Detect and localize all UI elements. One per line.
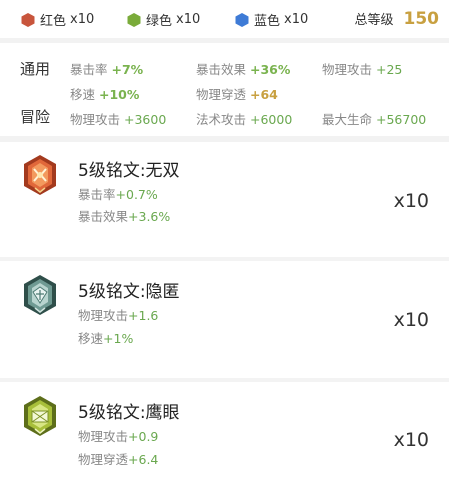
stat-name: 移速 (70, 87, 96, 102)
blue-gem-label: 蓝色 (254, 14, 281, 29)
green-gem-count: 绿色 x10 (126, 10, 200, 29)
blue-gem-count: 蓝色 x10 (234, 10, 308, 29)
blue-inscription-icon (24, 275, 56, 315)
total-grade-label: 总等级 (354, 13, 394, 28)
red-gem-label: 红色 (40, 14, 67, 29)
summary-stat: 物理穿透 +64 (196, 84, 278, 103)
inscription-title: 5级铭文:隐匿 (78, 282, 180, 302)
inscription-stat: 暴击率+0.7% (78, 184, 158, 203)
summary-stat: 物理攻击 +25 (322, 59, 402, 78)
summary-stat: 最大生命 +56700 (322, 109, 426, 128)
summary-stat: 暴击率 +7% (70, 59, 143, 78)
red-inscription-icon (24, 155, 56, 195)
green-gem-quantity: x10 (176, 12, 201, 27)
green-gem-icon (127, 12, 141, 27)
stat-value: +0.9 (128, 429, 159, 444)
stat-value: +3600 (124, 112, 167, 127)
stat-value: +56700 (376, 112, 427, 127)
total-grade-value: 150 (403, 9, 440, 29)
blue-gem-icon (235, 12, 249, 27)
section-separator (0, 38, 449, 43)
stat-name: 暴击率 (78, 187, 116, 202)
summary-stat: 物理攻击 +3600 (70, 109, 166, 128)
stat-name: 最大生命 (322, 112, 373, 127)
stat-value: +1% (103, 331, 134, 346)
stat-value: +1.6 (128, 308, 159, 323)
stat-name: 暴击效果 (196, 62, 247, 77)
stat-value: +7% (111, 62, 144, 77)
total-grade: 总等级 150 (354, 9, 439, 29)
red-gem-count: 红色 x10 (20, 10, 94, 29)
stat-value: +6000 (250, 112, 293, 127)
stat-name: 移速 (78, 331, 104, 346)
stat-name: 法术攻击 (196, 112, 247, 127)
stat-name: 暴击效果 (78, 209, 129, 224)
stat-name: 物理穿透 (196, 87, 247, 102)
inscription-count: x10 (393, 429, 429, 451)
stat-name: 物理攻击 (70, 112, 121, 127)
stat-value: +3.6% (128, 209, 171, 224)
category-adventure: 冒险 (20, 108, 51, 126)
inscription-title: 5级铭文:鹰眼 (78, 403, 180, 423)
inscription-count: x10 (393, 190, 429, 212)
stat-value: +25 (376, 62, 403, 77)
inscription-card-wushuang[interactable]: 5级铭文:无双 暴击率+0.7% 暴击效果+3.6% x10 (0, 142, 449, 257)
inscription-count: x10 (393, 309, 429, 331)
stat-value: +6.4 (128, 452, 159, 467)
inscription-stat: 物理攻击+0.9 (78, 426, 158, 445)
stat-name: 物理攻击 (78, 429, 129, 444)
gem-summary-bar: 红色 x10 绿色 x10 蓝色 x10 总等级 150 (0, 0, 449, 40)
blue-gem-quantity: x10 (284, 12, 309, 27)
inscription-stat: 物理穿透+6.4 (78, 449, 158, 468)
green-gem-label: 绿色 (146, 14, 173, 29)
stat-name: 暴击率 (70, 62, 108, 77)
stat-name: 物理穿透 (78, 452, 129, 467)
summary-stat: 法术攻击 +6000 (196, 109, 292, 128)
stat-name: 物理攻击 (78, 308, 129, 323)
inscription-title: 5级铭文:无双 (78, 161, 180, 181)
category-general: 通用 (20, 60, 51, 78)
summary-stat: 暴击效果 +36% (196, 59, 290, 78)
inscription-card-yingyan[interactable]: 5级铭文:鹰眼 物理攻击+0.9 物理穿透+6.4 x10 (0, 382, 449, 497)
stat-value: +0.7% (115, 187, 158, 202)
stat-value: +10% (99, 87, 140, 102)
inscription-stat: 物理攻击+1.6 (78, 305, 158, 324)
inscription-card-yinni[interactable]: 5级铭文:隐匿 物理攻击+1.6 移速+1% x10 (0, 261, 449, 376)
stat-value: +36% (250, 62, 291, 77)
stat-value: +64 (250, 87, 278, 102)
inscription-stat: 暴击效果+3.6% (78, 206, 170, 225)
red-gem-icon (21, 12, 35, 27)
stat-name: 物理攻击 (322, 62, 373, 77)
inscription-stat: 移速+1% (78, 328, 133, 347)
attribute-summary: 通用 冒险 暴击率 +7% 暴击效果 +36% 物理攻击 +25 移速 +10%… (0, 46, 449, 134)
summary-stat: 移速 +10% (70, 84, 139, 103)
green-inscription-icon (24, 396, 56, 436)
red-gem-quantity: x10 (70, 12, 95, 27)
